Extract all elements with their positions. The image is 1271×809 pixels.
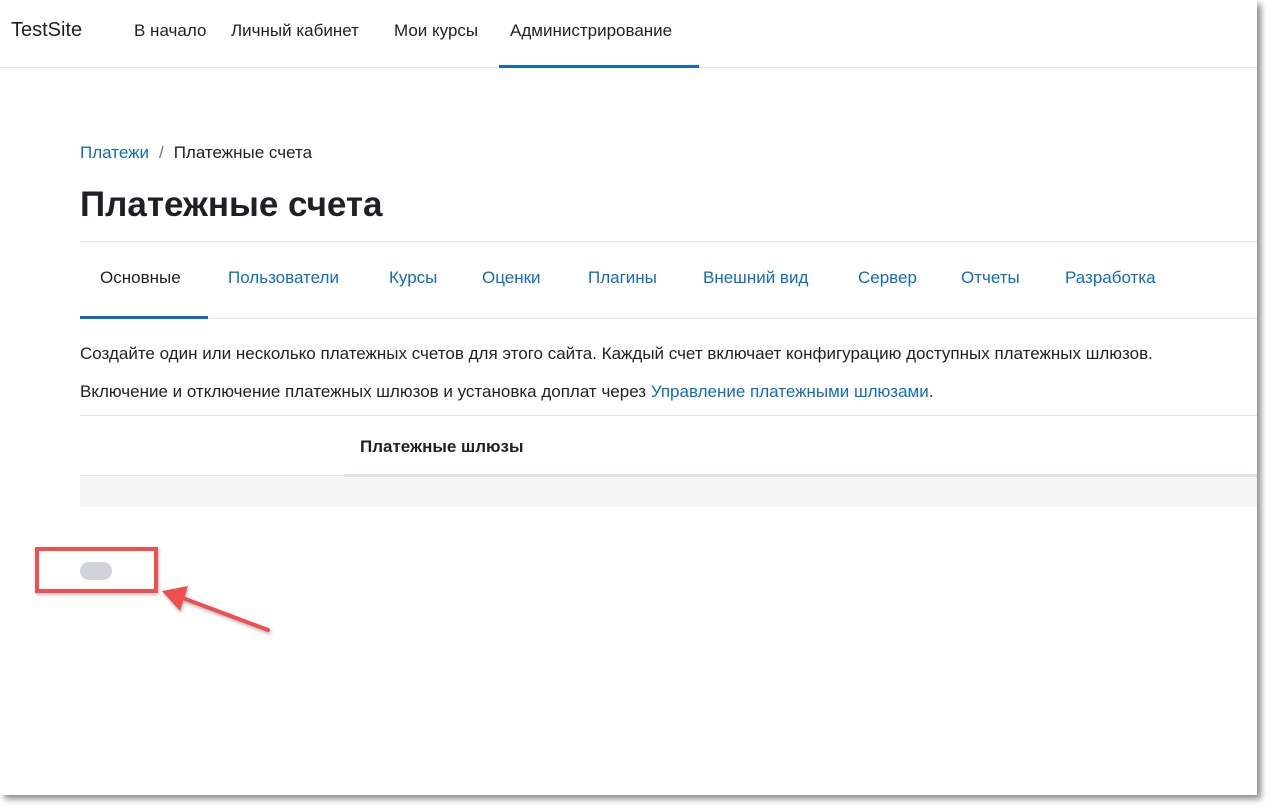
browser-page: TestSite В начало Личный кабинет Мои кур… [0, 0, 1257, 795]
arrow-icon [162, 586, 270, 632]
annotation-arrow [162, 586, 270, 632]
